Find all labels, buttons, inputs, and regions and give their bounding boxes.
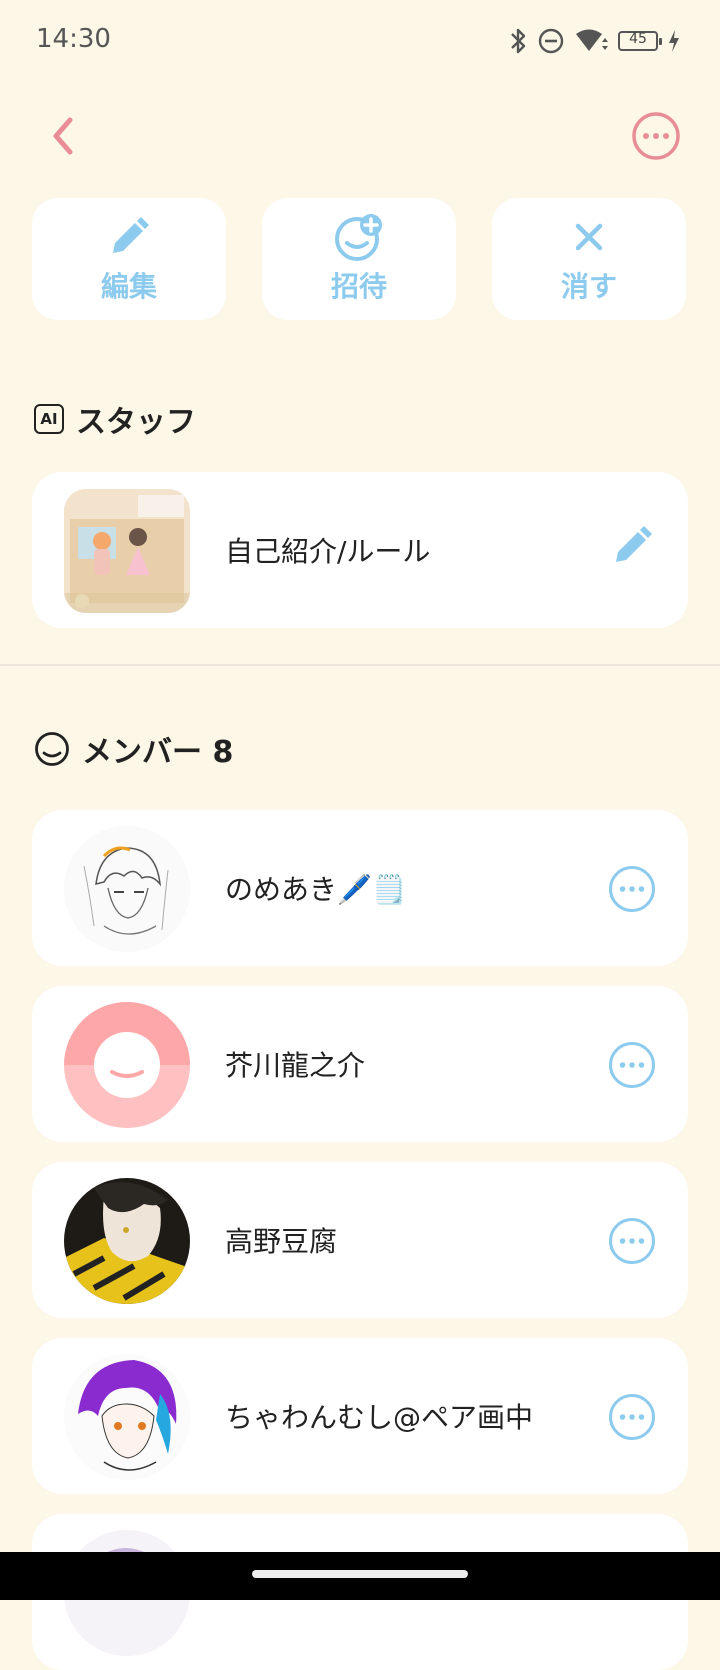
- staff-thumbnail: [64, 489, 190, 613]
- status-time: 14:30: [36, 24, 111, 54]
- delete-label: 消す: [560, 270, 617, 303]
- close-icon: [575, 223, 603, 251]
- more-horizontal-icon[interactable]: [608, 1217, 656, 1265]
- staff-item-name: 自己紹介/ルール: [225, 535, 431, 568]
- member-row[interactable]: 芥川龍之介: [32, 986, 688, 1142]
- more-horizontal-icon[interactable]: [608, 1393, 656, 1441]
- pencil-icon: [113, 217, 149, 253]
- wifi-icon: [576, 29, 608, 51]
- status-icons: 45: [508, 24, 680, 58]
- smile-icon: [35, 732, 69, 766]
- back-button[interactable]: [38, 108, 90, 164]
- system-navigation-bar: [0, 1552, 720, 1600]
- member-avatar: [64, 826, 190, 952]
- member-row[interactable]: 高野豆腐: [32, 1162, 688, 1318]
- do-not-disturb-icon: [538, 28, 564, 54]
- more-horizontal-icon[interactable]: [608, 865, 656, 913]
- members-section-title: メンバー 8: [82, 735, 234, 770]
- member-row[interactable]: ちゃわんむし@ペア画中: [32, 1338, 688, 1494]
- more-horizontal-icon[interactable]: [608, 1041, 656, 1089]
- more-options-button[interactable]: [631, 111, 681, 161]
- member-row[interactable]: のめあき🖊️🗒️: [32, 810, 688, 966]
- delete-button[interactable]: 消す: [492, 198, 686, 320]
- member-name: 芥川龍之介: [225, 1049, 366, 1082]
- home-gesture-handle[interactable]: [252, 1570, 468, 1578]
- section-divider: [0, 664, 720, 666]
- pencil-icon[interactable]: [612, 524, 654, 566]
- member-avatar: [64, 1178, 190, 1304]
- invite-label: 招待: [330, 270, 387, 303]
- chevron-left-icon: [53, 117, 73, 155]
- edit-label: 編集: [100, 270, 157, 303]
- battery-level: 45: [629, 31, 647, 47]
- add-smile-icon: [335, 214, 382, 261]
- default-avatar-icon: [64, 1002, 190, 1128]
- staff-item-intro-rules[interactable]: 自己紹介/ルール: [32, 472, 688, 628]
- charging-icon: [669, 30, 679, 52]
- ai-badge-icon: AI: [34, 404, 64, 434]
- staff-section-title: スタッフ: [76, 405, 196, 440]
- member-name: 高野豆腐: [225, 1225, 338, 1258]
- member-avatar: [64, 1354, 190, 1480]
- bluetooth-icon: [511, 28, 526, 54]
- staff-section-header: AI スタッフ: [34, 397, 196, 441]
- battery-icon: 45: [618, 31, 662, 51]
- members-section-header: メンバー 8: [34, 727, 233, 771]
- edit-button[interactable]: 編集: [32, 198, 226, 320]
- invite-button[interactable]: 招待: [262, 198, 456, 320]
- member-name: のめあき🖊️🗒️: [225, 873, 407, 906]
- member-name: ちゃわんむし@ペア画中: [225, 1401, 534, 1434]
- status-bar: 14:30 45: [0, 0, 720, 80]
